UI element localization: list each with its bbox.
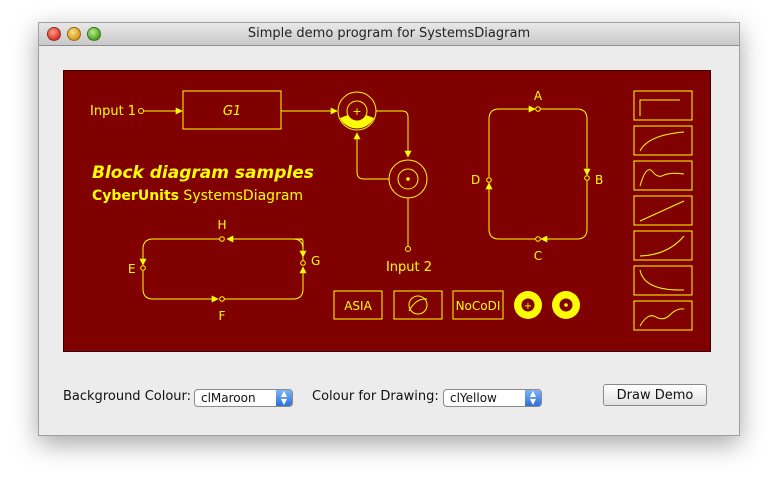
sum1-to-sum2-arrow — [376, 110, 412, 158]
legend-sum-plus-sign: + — [524, 301, 532, 312]
updown-arrows-icon: ▲ ▼ — [276, 390, 292, 406]
integrator-lag-icon — [633, 230, 693, 261]
decay-response-icon — [633, 265, 693, 296]
loop1-bottom-path — [540, 181, 588, 243]
loop1-label-c: C — [534, 249, 542, 263]
title-bar: Simple demo program for SystemsDiagram — [39, 23, 739, 46]
legend-sum-dot-center — [564, 303, 568, 307]
legend-nocodi-label: NoCoDI — [456, 299, 501, 313]
sum-junction-2-dot — [406, 177, 410, 181]
diagram-canvas: Input 1 G1 + Input 2 Block diagram sampl… — [63, 70, 711, 352]
input1-connector — [138, 108, 144, 114]
loop1-label-b: B — [595, 173, 603, 187]
diagram-subheading: CyberUnits SystemsDiagram — [92, 188, 303, 204]
loop2-node-f — [219, 296, 225, 302]
loop1-node-c — [535, 236, 541, 242]
loop2-left-path — [139, 238, 220, 266]
loop2-label-h: H — [217, 218, 226, 232]
drawing-colour-value: clYellow — [450, 391, 497, 405]
diagram-heading: Block diagram samples — [92, 163, 314, 183]
window-title: Simple demo program for SystemsDiagram — [247, 26, 531, 41]
loop1-label-d: D — [471, 173, 480, 187]
loop1-node-b — [584, 175, 590, 181]
updown-arrows-icon: ▲ ▼ — [525, 390, 541, 406]
background-colour-select[interactable]: clMaroon ▲ ▼ — [194, 389, 293, 407]
background-colour-value: clMaroon — [201, 391, 256, 405]
legend-sector-curve — [408, 298, 428, 312]
input2-label: Input 2 — [386, 260, 432, 275]
g1-label: G1 — [223, 104, 241, 119]
pt1-response-icon — [633, 125, 693, 156]
loop1-top-path — [488, 105, 536, 177]
input1-label: Input 1 — [90, 104, 136, 119]
loop2-node-h — [219, 236, 225, 242]
loop2-top-path — [292, 238, 307, 258]
loop2-right-path — [224, 266, 307, 300]
loop1-left-path — [485, 182, 536, 240]
systems-diagram: Input 1 G1 + Input 2 Block diagram sampl… — [90, 89, 693, 331]
loop2-bottom-path — [142, 271, 219, 303]
ramp-response-icon — [633, 195, 693, 226]
loop1-node-a — [535, 106, 541, 112]
loop1-right-path — [539, 108, 591, 176]
legend-asia-label: ASIA — [344, 299, 372, 313]
step-response-icon — [633, 90, 693, 121]
main-window: Simple demo program for SystemsDiagram I… — [38, 22, 740, 436]
oscillating-ramp-icon — [633, 300, 693, 331]
loop2-right-top-path — [226, 235, 304, 263]
loop1-node-d — [486, 177, 492, 183]
loop2-label-f: F — [219, 309, 226, 323]
draw-demo-button[interactable]: Draw Demo — [603, 384, 707, 406]
sum-junction-1-plus: + — [352, 105, 361, 118]
loop2-label-e: E — [128, 262, 136, 276]
drawing-colour-select[interactable]: clYellow ▲ ▼ — [443, 389, 542, 407]
background-colour-label: Background Colour: — [63, 389, 192, 404]
loop2-node-e — [140, 265, 146, 271]
loop1-label-a: A — [534, 89, 543, 103]
drawing-colour-label: Colour for Drawing: — [312, 389, 439, 404]
sum2-feedback-arrow — [353, 132, 389, 180]
pt2-oscillation-icon — [633, 160, 693, 191]
loop2-label-g: G — [311, 254, 320, 268]
input2-connector — [405, 246, 411, 252]
legend-sector-box — [393, 290, 443, 320]
loop2-node-g — [300, 260, 306, 266]
